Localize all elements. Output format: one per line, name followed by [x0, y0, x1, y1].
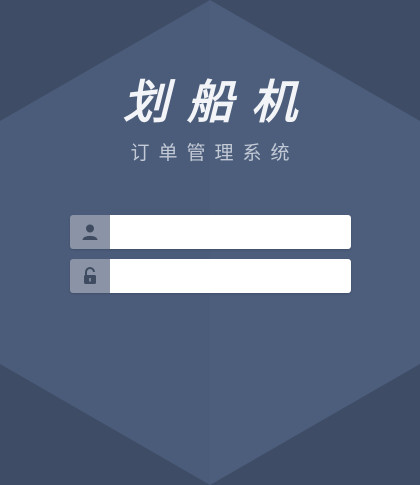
brand-block: 划船机 订单管理系统	[0, 70, 420, 166]
password-field	[70, 259, 351, 293]
app-subtitle: 订单管理系统	[130, 142, 299, 164]
password-input[interactable]	[110, 259, 351, 293]
user-icon	[70, 215, 110, 249]
username-input[interactable]	[110, 215, 351, 249]
app-title: 划船机	[123, 75, 315, 129]
login-screen: 划船机 订单管理系统	[0, 0, 420, 485]
login-form	[70, 215, 351, 303]
unlock-icon	[70, 259, 110, 293]
username-field	[70, 215, 351, 249]
